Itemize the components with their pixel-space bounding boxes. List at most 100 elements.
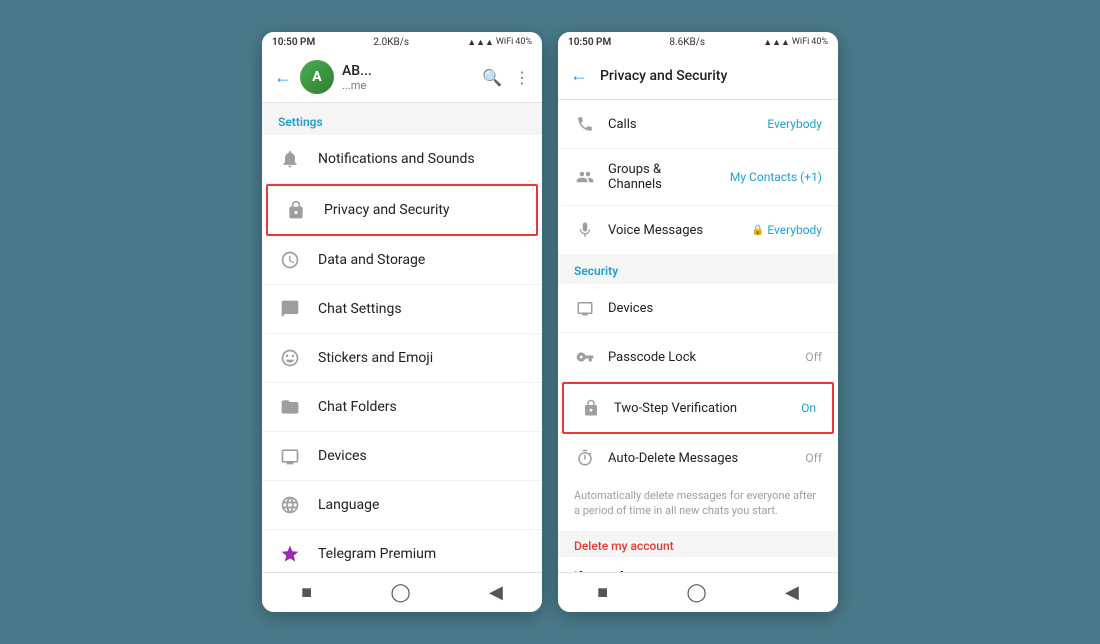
delete-item-ifaway[interactable]: If away for 1 year: [558, 557, 838, 572]
wifi-icon-right: WiFi: [792, 37, 809, 47]
security-section-title: Security: [558, 254, 838, 284]
passcode-label: Passcode Lock: [608, 350, 793, 365]
left-content: Settings Notifications and Sounds Privac…: [262, 103, 542, 572]
nav-square-right[interactable]: ■: [597, 582, 608, 603]
voice-value: 🔒 Everybody: [752, 223, 822, 237]
two-step-lock-icon: [580, 397, 602, 419]
privacy-title: Privacy and Security: [600, 68, 826, 84]
settings-item-devices[interactable]: Devices: [262, 432, 542, 481]
settings-item-chat[interactable]: Chat Settings: [262, 285, 542, 334]
settings-list: Notifications and Sounds Privacy and Sec…: [262, 135, 542, 572]
data-icon: [278, 248, 302, 272]
nav-triangle-right[interactable]: ◀: [785, 582, 799, 603]
data-label: Data and Storage: [318, 252, 526, 268]
globe-icon: [278, 493, 302, 517]
language-label: Language: [318, 497, 526, 513]
two-step-value: On: [801, 401, 816, 415]
autodelete-value: Off: [805, 451, 822, 465]
chat-label: Chat Settings: [318, 301, 526, 317]
security-item-two-step[interactable]: Two-Step Verification On: [562, 382, 834, 434]
right-phone: 10:50 PM 8.6KB/s ▲▲▲ WiFi 40% ← Privacy …: [558, 32, 838, 612]
voice-label: Voice Messages: [608, 223, 740, 238]
wifi-icon: WiFi: [496, 37, 513, 47]
security-item-passcode[interactable]: Passcode Lock Off: [558, 333, 838, 382]
time-left: 10:50 PM: [272, 37, 315, 48]
settings-section-label: Settings: [262, 103, 542, 135]
status-icons-right: ▲▲▲ WiFi 40%: [763, 37, 828, 48]
two-step-label: Two-Step Verification: [614, 401, 789, 416]
battery-left: 40%: [515, 37, 532, 47]
security-list: Devices Passcode Lock Off Two-Ste: [558, 284, 838, 482]
nav-circle-left[interactable]: ◯: [390, 582, 410, 603]
phone-icon: [574, 113, 596, 135]
devices-icon: [278, 444, 302, 468]
status-bar-right: 10:50 PM 8.6KB/s ▲▲▲ WiFi 40%: [558, 32, 838, 52]
calls-label: Calls: [608, 117, 755, 132]
status-icons-left: ▲▲▲ WiFi 40%: [467, 37, 532, 48]
avatar-left: A: [300, 60, 334, 94]
groups-value: My Contacts (+1): [730, 170, 822, 184]
delete-list: If away for 1 year: [558, 557, 838, 572]
privacy-list: Calls Everybody Groups & Channels My Con…: [558, 100, 838, 254]
delete-account-title: Delete my account: [558, 531, 838, 557]
mic-icon: [574, 219, 596, 241]
folder-icon: [278, 395, 302, 419]
key-icon: [574, 346, 596, 368]
top-bar-left: ← A AB... ...me 🔍 ⋮: [262, 52, 542, 103]
security-item-devices[interactable]: Devices: [558, 284, 838, 333]
speed-right: 8.6KB/s: [669, 37, 705, 48]
privacy-content: Calls Everybody Groups & Channels My Con…: [558, 100, 838, 572]
chat-icon: [278, 297, 302, 321]
person-icon: [574, 166, 596, 188]
status-bar-left: 10:50 PM 2.0KB/s ▲▲▲ WiFi 40%: [262, 32, 542, 52]
header-info-left: AB... ...me: [342, 63, 474, 92]
header-icons-left: 🔍 ⋮: [482, 68, 530, 87]
nav-triangle-left[interactable]: ◀: [489, 582, 503, 603]
signal-icon: ▲▲▲: [467, 37, 494, 48]
search-icon[interactable]: 🔍: [482, 68, 502, 87]
timer-icon: [574, 447, 596, 469]
notifications-label: Notifications and Sounds: [318, 151, 526, 167]
calls-value: Everybody: [767, 117, 822, 131]
privacy-item-groups[interactable]: Groups & Channels My Contacts (+1): [558, 149, 838, 206]
settings-item-privacy[interactable]: Privacy and Security: [266, 184, 538, 236]
privacy-item-voice[interactable]: Voice Messages 🔒 Everybody: [558, 206, 838, 254]
groups-label: Groups & Channels: [608, 162, 718, 192]
settings-item-premium[interactable]: Telegram Premium: [262, 530, 542, 572]
lock-small-icon: 🔒: [752, 225, 764, 236]
settings-item-folders[interactable]: Chat Folders: [262, 383, 542, 432]
battery-right: 40%: [811, 37, 828, 47]
menu-icon[interactable]: ⋮: [514, 68, 530, 87]
nav-square-left[interactable]: ■: [301, 582, 312, 603]
back-button-right[interactable]: ←: [570, 65, 588, 86]
phones-container: 10:50 PM 2.0KB/s ▲▲▲ WiFi 40% ← A AB... …: [262, 32, 838, 612]
settings-item-notifications[interactable]: Notifications and Sounds: [262, 135, 542, 184]
premium-label: Telegram Premium: [318, 546, 526, 562]
left-phone: 10:50 PM 2.0KB/s ▲▲▲ WiFi 40% ← A AB... …: [262, 32, 542, 612]
security-item-autodelete[interactable]: Auto-Delete Messages Off: [558, 434, 838, 482]
folders-label: Chat Folders: [318, 399, 526, 415]
settings-item-stickers[interactable]: Stickers and Emoji: [262, 334, 542, 383]
bottom-nav-left: ■ ◯ ◀: [262, 572, 542, 612]
bottom-nav-right: ■ ◯ ◀: [558, 572, 838, 612]
lock-icon-privacy: [284, 198, 308, 222]
emoji-icon: [278, 346, 302, 370]
autodelete-label: Auto-Delete Messages: [608, 451, 793, 466]
star-icon: [278, 542, 302, 566]
nav-circle-right[interactable]: ◯: [686, 582, 706, 603]
back-button-left[interactable]: ←: [274, 67, 292, 88]
stickers-label: Stickers and Emoji: [318, 350, 526, 366]
settings-item-data[interactable]: Data and Storage: [262, 236, 542, 285]
passcode-value: Off: [805, 350, 822, 364]
bell-icon: [278, 147, 302, 171]
privacy-header: ← Privacy and Security: [558, 52, 838, 100]
privacy-item-calls[interactable]: Calls Everybody: [558, 100, 838, 149]
devices-label: Devices: [318, 448, 526, 464]
signal-icon-right: ▲▲▲: [763, 37, 790, 48]
header-subtitle-left: ...me: [342, 79, 474, 92]
settings-item-language[interactable]: Language: [262, 481, 542, 530]
devices-security-label: Devices: [608, 301, 810, 316]
autodelete-description: Automatically delete messages for everyo…: [558, 482, 838, 531]
time-right: 10:50 PM: [568, 37, 611, 48]
speed-left: 2.0KB/s: [373, 37, 409, 48]
